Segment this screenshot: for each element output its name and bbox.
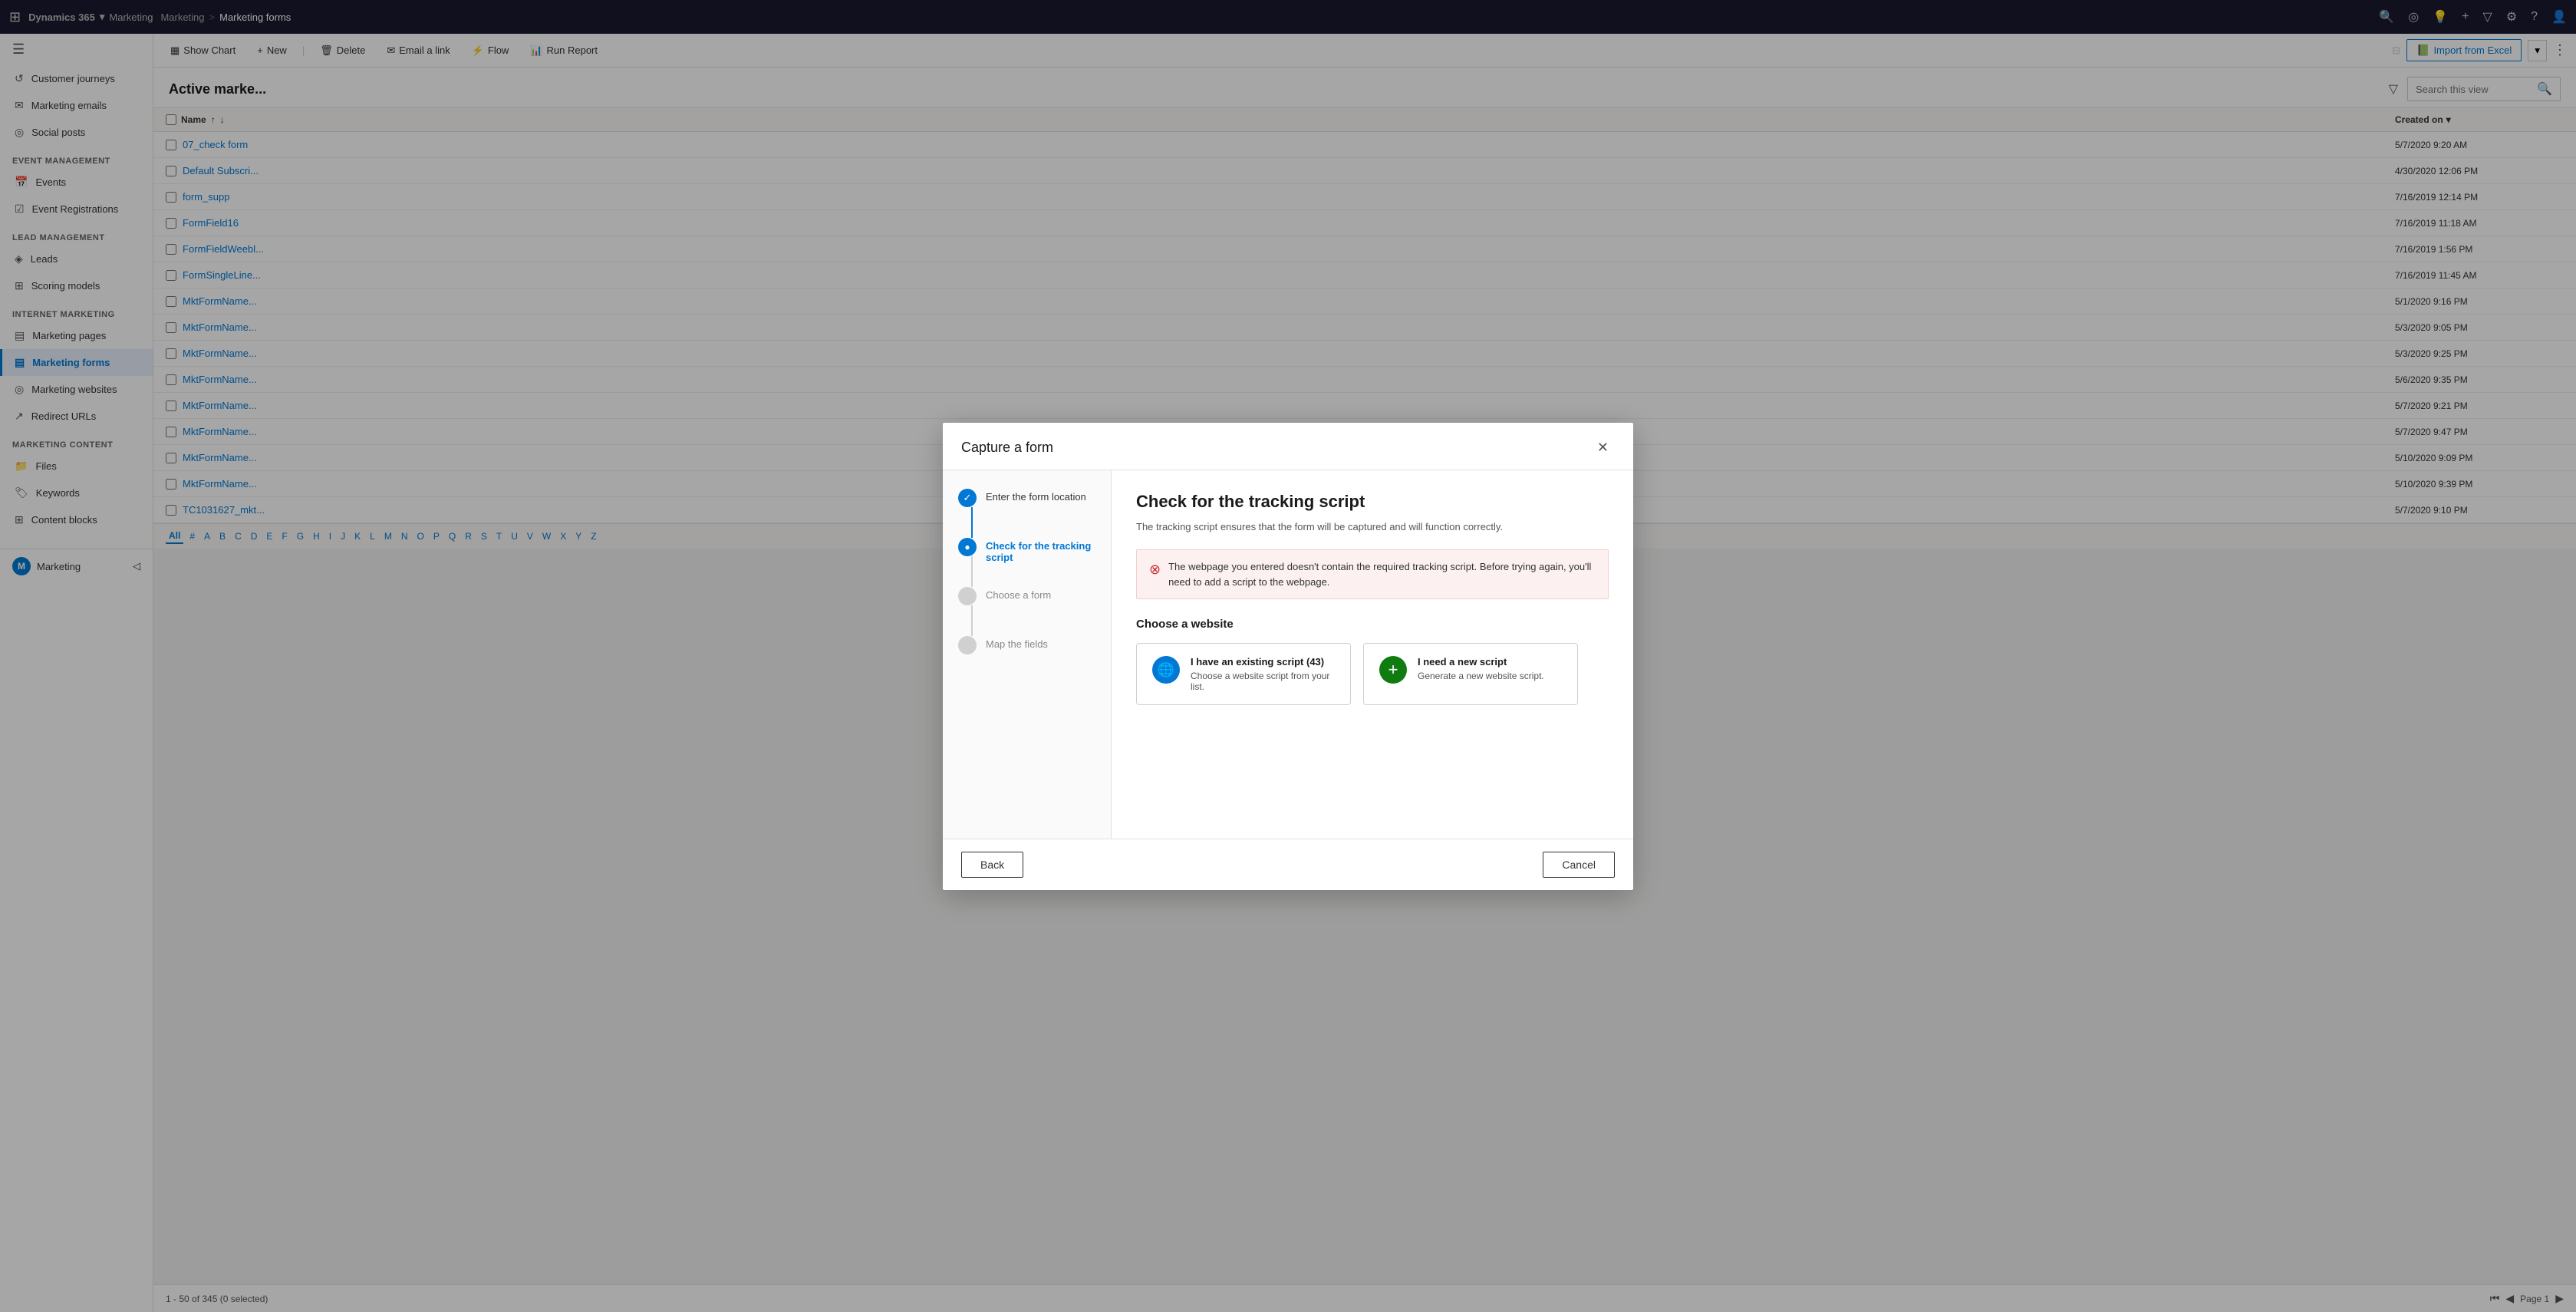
content-heading: Check for the tracking script bbox=[1136, 492, 1609, 512]
step-connector-2 bbox=[971, 556, 973, 587]
content-subtitle: The tracking script ensures that the for… bbox=[1136, 519, 1609, 535]
step-label-check-tracking: Check for the tracking script bbox=[986, 538, 1095, 563]
modal-overlay: Capture a form ✕ Enter the form location bbox=[0, 0, 2576, 1312]
website-option-new[interactable]: + I need a new script Generate a new web… bbox=[1363, 643, 1578, 705]
website-options: 🌐 I have an existing script (43) Choose … bbox=[1136, 643, 1609, 705]
steps-panel: Enter the form location ● Check for the … bbox=[943, 470, 1112, 839]
new-script-text: I need a new script Generate a new websi… bbox=[1418, 656, 1544, 681]
error-banner: ⊗ The webpage you entered doesn't contai… bbox=[1136, 549, 1609, 599]
step-label-enter-location: Enter the form location bbox=[986, 489, 1086, 503]
back-button[interactable]: Back bbox=[961, 852, 1023, 878]
modal-title: Capture a form bbox=[961, 440, 1053, 456]
error-icon: ⊗ bbox=[1149, 559, 1161, 580]
step-circle-enter-location bbox=[958, 489, 977, 507]
existing-script-title: I have an existing script (43) bbox=[1191, 656, 1335, 668]
new-script-icon: + bbox=[1379, 656, 1407, 684]
step-connector-1 bbox=[971, 507, 973, 538]
website-option-existing[interactable]: 🌐 I have an existing script (43) Choose … bbox=[1136, 643, 1351, 705]
step-item-choose-form: Choose a form bbox=[958, 587, 1095, 636]
step-item-map-fields: Map the fields bbox=[958, 636, 1095, 654]
modal-close-button[interactable]: ✕ bbox=[1591, 437, 1615, 459]
content-panel: Check for the tracking script The tracki… bbox=[1112, 470, 1633, 839]
modal-footer: Back Cancel bbox=[943, 839, 1633, 890]
modal-header: Capture a form ✕ bbox=[943, 423, 1633, 470]
existing-script-description: Choose a website script from your list. bbox=[1191, 671, 1335, 692]
new-script-description: Generate a new website script. bbox=[1418, 671, 1544, 681]
cancel-button[interactable]: Cancel bbox=[1543, 852, 1615, 878]
step-label-map-fields: Map the fields bbox=[986, 636, 1048, 650]
step-item-check-tracking: ● Check for the tracking script bbox=[958, 538, 1095, 587]
existing-script-text: I have an existing script (43) Choose a … bbox=[1191, 656, 1335, 692]
capture-form-modal: Capture a form ✕ Enter the form location bbox=[943, 423, 1633, 890]
step-circle-map-fields bbox=[958, 636, 977, 654]
step-connector-3 bbox=[971, 605, 973, 636]
step-label-choose-form: Choose a form bbox=[986, 587, 1051, 601]
step-item-enter-location: Enter the form location bbox=[958, 489, 1095, 538]
existing-script-icon: 🌐 bbox=[1152, 656, 1180, 684]
error-message: The webpage you entered doesn't contain … bbox=[1168, 559, 1596, 589]
choose-website-label: Choose a website bbox=[1136, 618, 1609, 631]
modal-body: Enter the form location ● Check for the … bbox=[943, 470, 1633, 839]
step-circle-choose-form bbox=[958, 587, 977, 605]
step-circle-check-tracking: ● bbox=[958, 538, 977, 556]
new-script-title: I need a new script bbox=[1418, 656, 1544, 668]
